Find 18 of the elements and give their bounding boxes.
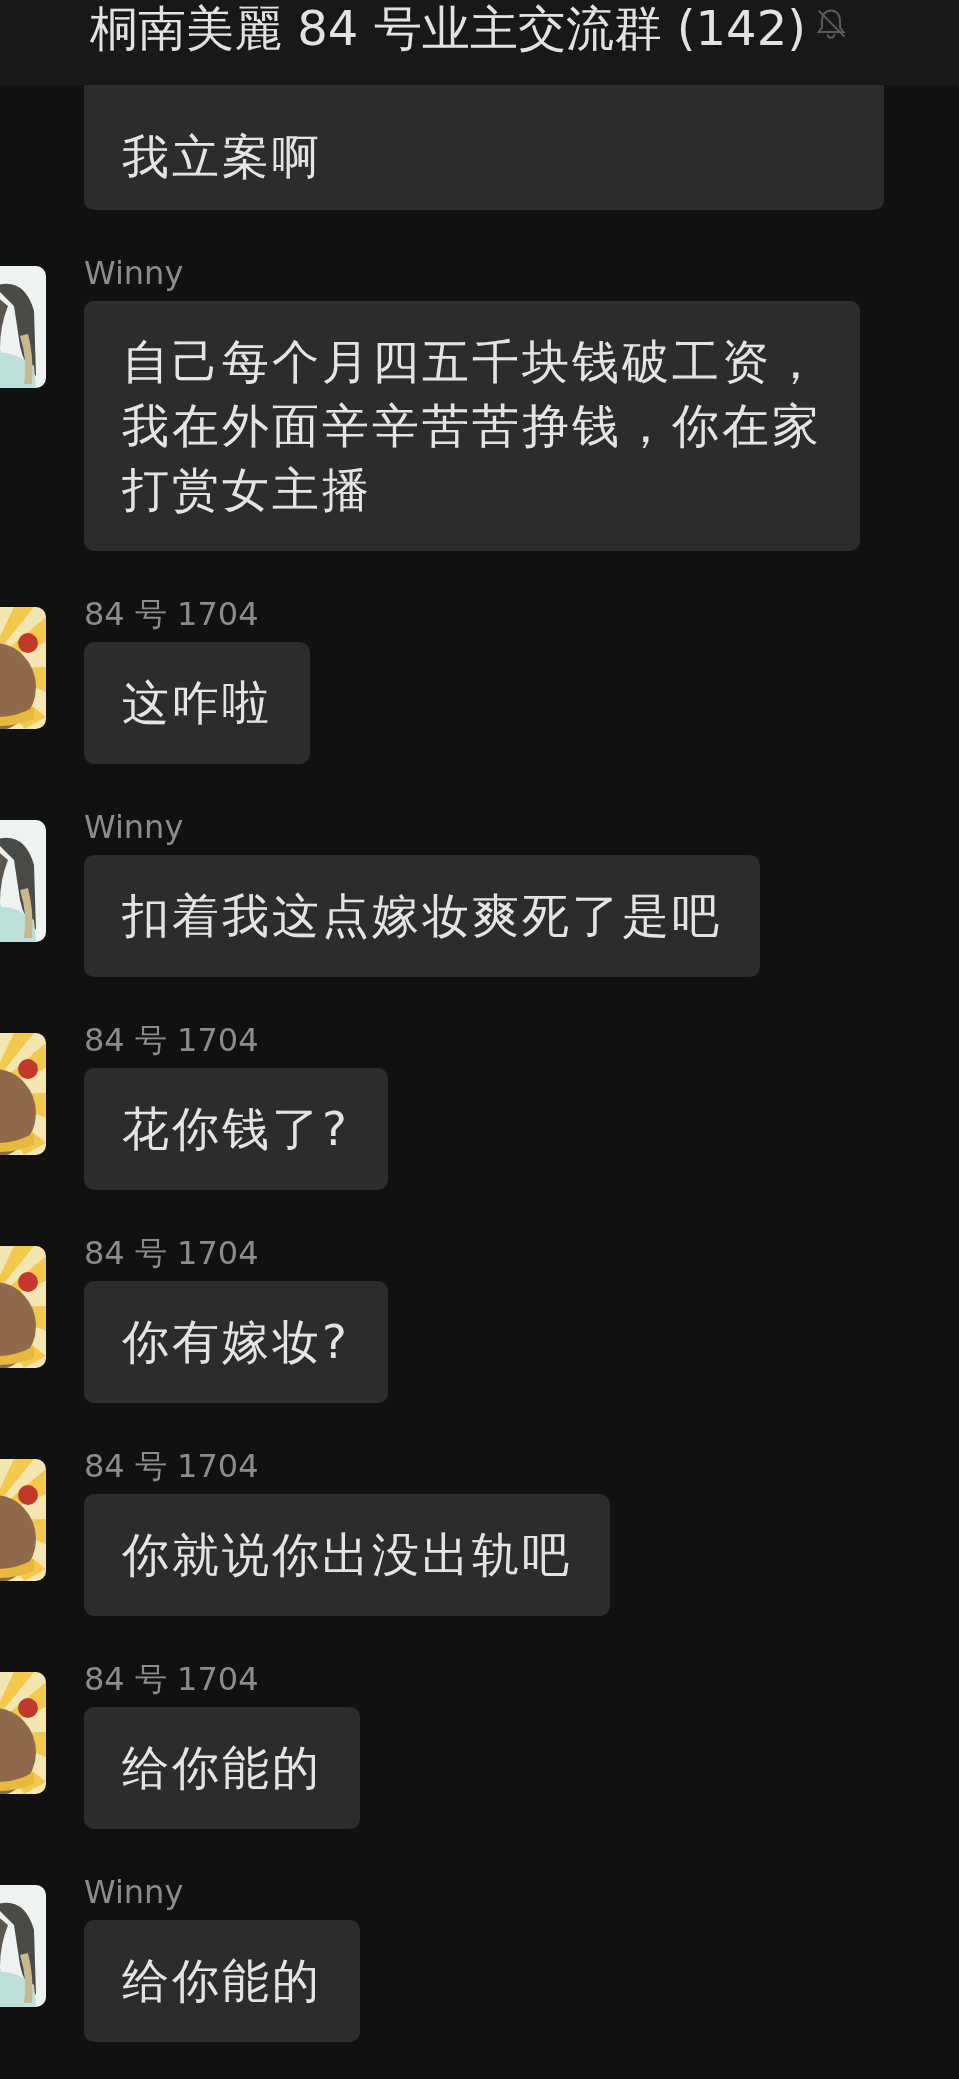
message-bubble: 花你钱了?	[84, 1068, 388, 1190]
sender-name: 84 号 1704	[84, 1662, 259, 1696]
sender-name: Winny	[84, 256, 184, 290]
sender-name: 84 号 1704	[84, 1023, 259, 1057]
message-bubble: 扣着我这点嫁妆爽死了是吧	[84, 855, 760, 977]
sender-name: 84 号 1704	[84, 1449, 259, 1483]
chat-title: 桐南美麗 84 号业主交流群 (142)	[90, 0, 806, 56]
sender-name: 84 号 1704	[84, 1236, 259, 1270]
message-bubble: 给你能的	[84, 1920, 360, 2042]
message-bubble: 我立案啊	[84, 85, 884, 210]
message-bubble: 自己每个月四五千块钱破工资， 我在外面辛辛苦苦挣钱，你在家 打赏女主播	[84, 301, 860, 551]
sender-name: 84 号 1704	[84, 597, 259, 631]
message-bubble: 你有嫁妆?	[84, 1281, 388, 1403]
message-bubble: 这咋啦	[84, 642, 310, 764]
sender-name: Winny	[84, 1875, 184, 1909]
sender-name: Winny	[84, 810, 184, 844]
message-bubble: 给你能的	[84, 1707, 360, 1829]
message-bubble: 你就说你出没出轨吧	[84, 1494, 610, 1616]
